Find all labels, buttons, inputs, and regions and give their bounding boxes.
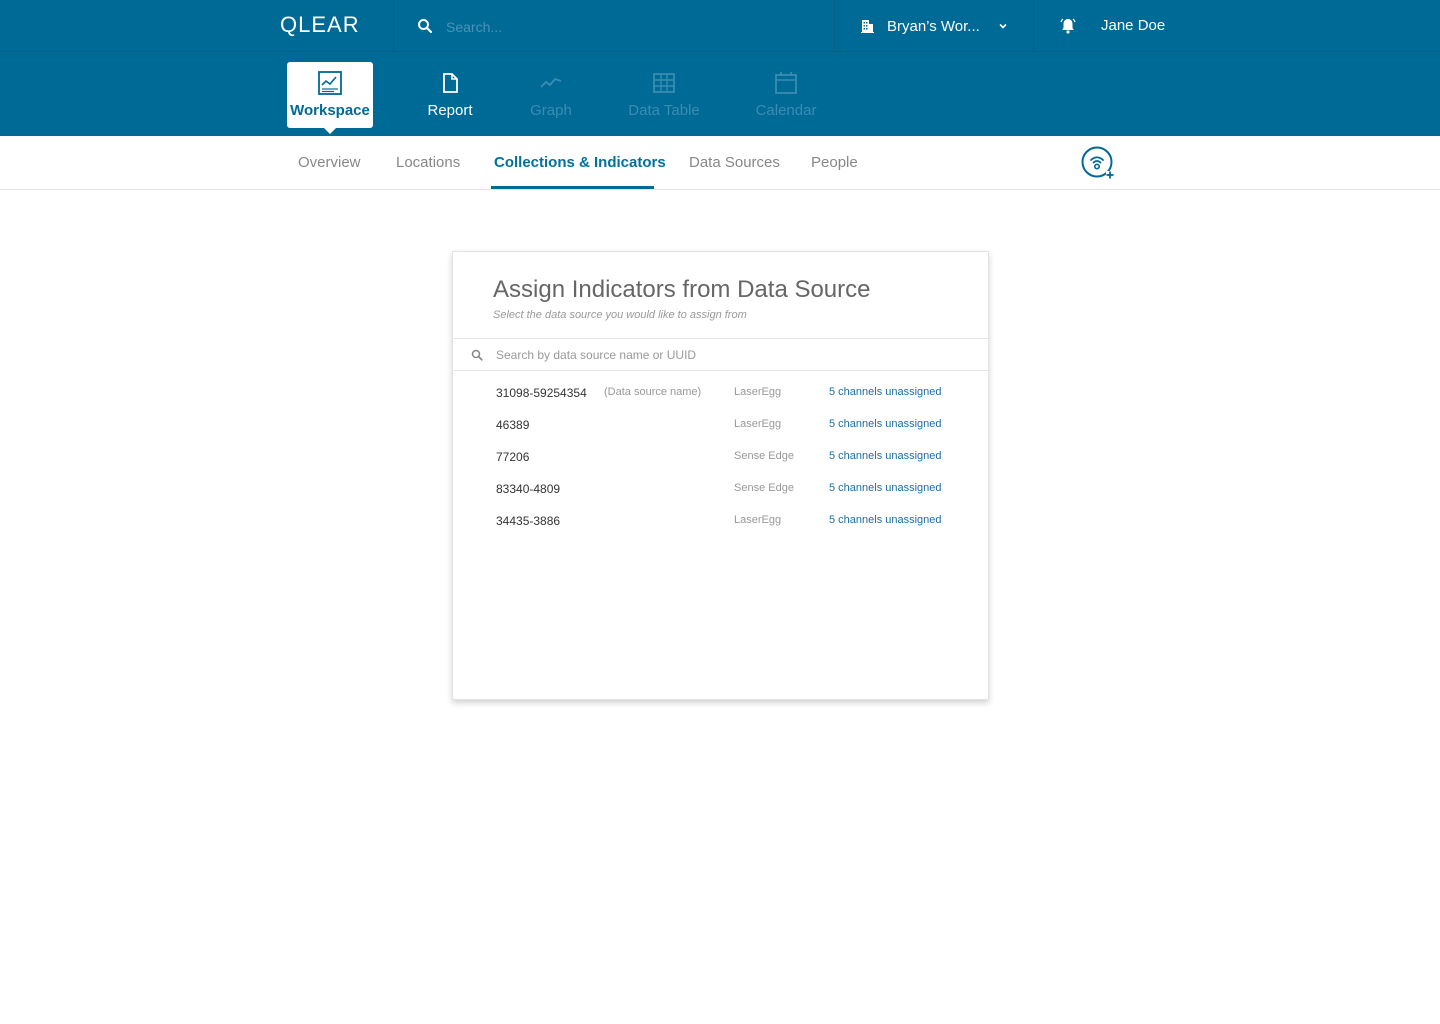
list-item[interactable]: 77206 Sense Edge 5 channels unassigned	[453, 442, 988, 474]
tab-locations[interactable]: Locations	[396, 154, 460, 171]
list-item[interactable]: 46389 LaserEgg 5 channels unassigned	[453, 410, 988, 442]
user-menu[interactable]: Jane Doe	[1101, 17, 1165, 34]
app-tab-graph[interactable]: Graph	[508, 62, 594, 128]
channels-unassigned-link[interactable]: 5 channels unassigned	[829, 386, 942, 398]
bell-icon[interactable]	[1059, 17, 1077, 35]
dialog-title: Assign Indicators from Data Source	[493, 276, 871, 303]
data-source-list: 31098-59254354 (Data source name) LaserE…	[453, 378, 988, 538]
workspace-chart-icon	[318, 71, 342, 95]
data-source-type: LaserEgg	[734, 418, 782, 430]
channels-unassigned-link[interactable]: 5 channels unassigned	[829, 482, 942, 494]
data-source-type: LaserEgg	[734, 514, 782, 526]
section-tabs: Overview Locations Collections & Indicat…	[0, 136, 1440, 190]
list-item[interactable]: 83340-4809 Sense Edge 5 channels unassig…	[453, 474, 988, 506]
table-icon	[653, 73, 675, 93]
document-icon	[443, 73, 458, 93]
workspace-selector[interactable]: Bryan’s Wor...	[835, 0, 1033, 52]
add-sensor-icon[interactable]	[1081, 146, 1115, 180]
tab-collections-indicators[interactable]: Collections & Indicators	[494, 154, 666, 171]
dialog-subtitle: Select the data source you would like to…	[493, 309, 747, 321]
workspace-name: Bryan’s Wor...	[887, 17, 980, 35]
app-logo: QLEAR	[280, 12, 360, 37]
list-item[interactable]: 34435-3886 LaserEgg 5 channels unassigne…	[453, 506, 988, 538]
data-source-type: Sense Edge	[734, 450, 794, 462]
channels-unassigned-link[interactable]: 5 channels unassigned	[829, 418, 942, 430]
data-source-search	[453, 338, 988, 371]
app-tab-label: Report	[427, 102, 473, 119]
tab-people[interactable]: People	[811, 154, 858, 171]
app-tab-label: Data Table	[628, 102, 700, 119]
global-search-input[interactable]	[446, 14, 816, 40]
search-icon	[471, 349, 483, 361]
active-tab-caret	[324, 128, 336, 134]
chevron-down-icon	[999, 23, 1007, 29]
app-tab-label: Graph	[530, 102, 572, 119]
divider	[393, 0, 394, 52]
data-source-uuid: 31098-59254354	[496, 386, 587, 400]
app-tab-report[interactable]: Report	[407, 62, 493, 128]
data-source-search-input[interactable]	[496, 345, 966, 365]
calendar-icon	[775, 72, 797, 94]
app-tab-data-table[interactable]: Data Table	[621, 62, 707, 128]
app-tab-label: Workspace	[290, 102, 370, 119]
app-navigation: Workspace Report Graph Data Table Calend…	[0, 52, 1440, 136]
data-source-type: Sense Edge	[734, 482, 794, 494]
data-source-uuid: 77206	[496, 450, 530, 464]
building-icon	[861, 20, 874, 33]
list-item[interactable]: 31098-59254354 (Data source name) LaserE…	[453, 378, 988, 410]
search-icon[interactable]	[417, 18, 433, 34]
data-source-uuid: 83340-4809	[496, 482, 561, 496]
data-source-name: (Data source name)	[604, 386, 702, 398]
data-source-uuid: 46389	[496, 418, 530, 432]
assign-indicators-dialog: Assign Indicators from Data Source Selec…	[452, 251, 989, 700]
app-tab-workspace[interactable]: Workspace	[287, 62, 373, 134]
line-graph-icon	[540, 77, 562, 88]
app-tab-label: Calendar	[755, 102, 817, 119]
active-tab-underline	[491, 186, 654, 189]
data-source-uuid: 34435-3886	[496, 514, 561, 528]
channels-unassigned-link[interactable]: 5 channels unassigned	[829, 450, 942, 462]
channels-unassigned-link[interactable]: 5 channels unassigned	[829, 514, 942, 526]
tab-overview[interactable]: Overview	[298, 154, 361, 171]
top-bar: QLEAR Bryan’s Wor... Jane Doe	[0, 0, 1440, 52]
divider	[1033, 0, 1034, 52]
tab-data-sources[interactable]: Data Sources	[689, 154, 780, 171]
data-source-type: LaserEgg	[734, 386, 782, 398]
app-tab-calendar[interactable]: Calendar	[743, 62, 829, 128]
